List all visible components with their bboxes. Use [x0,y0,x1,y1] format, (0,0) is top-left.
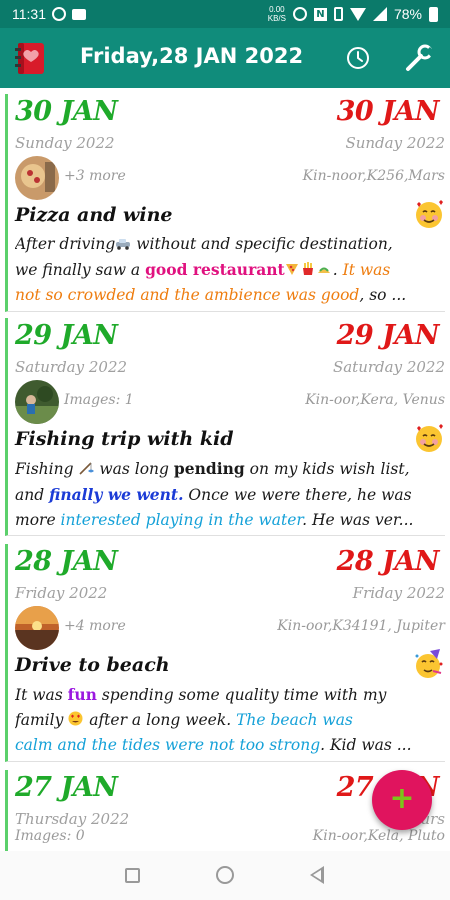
entry-title: Drive to beach [15,654,170,676]
network-speed-unit: KB/S [267,14,286,23]
battery-percent: 78% [393,6,422,22]
smiling-face-with-hearts-icon [416,424,443,452]
fries-icon [301,259,317,275]
signal-icon [372,7,387,21]
entry-text: After driving without and specific desti… [15,233,407,304]
media-count: Images: 0 [15,828,85,844]
entry-thumbnail[interactable] [15,606,59,650]
battery-icon [429,6,438,22]
entry-title: Fishing trip with kid [15,428,234,450]
entry-date: 29 JAN [15,320,118,351]
entry-date: 27 JAN [15,772,118,803]
clock-icon[interactable] [344,44,372,72]
entry-date-secondary: 28 JAN [336,546,440,577]
entry-day-year-secondary: Saturday 2022 [332,358,445,376]
diary-book-icon[interactable] [13,40,49,76]
entry-card[interactable]: 28 JAN 28 JAN Friday 2022 Friday 2022 +4… [5,544,445,762]
system-nav-bar [0,851,450,900]
status-bar: 11:31 0.00 KB/S N 78% [0,0,450,28]
heart-eyes-icon [68,709,84,726]
page-title: Friday,28 JAN 2022 [80,44,304,68]
recents-icon[interactable] [125,868,140,883]
entry-date-secondary: 30 JAN [336,96,440,127]
nfc-icon: N [313,7,327,21]
whatsapp-icon [52,7,66,21]
entry-card[interactable]: 30 JAN 30 JAN Sunday 2022 Sunday 2022 +3… [5,94,445,312]
vibrate-icon [333,7,343,21]
entry-date: 28 JAN [15,546,118,577]
entry-list[interactable]: 30 JAN 30 JAN Sunday 2022 Sunday 2022 +3… [0,88,450,851]
home-icon[interactable] [216,866,234,884]
taco-icon [317,259,333,273]
media-count: Images: 1 [64,392,134,408]
status-time: 11:31 [12,6,46,22]
entry-text: It was fun spending some quality time wi… [15,685,412,754]
entry-location: Kin-noor,K256,Mars [302,168,445,184]
entry-title: Pizza and wine [15,204,173,226]
fishing-pole-icon [78,458,95,475]
media-count: +3 more [64,168,126,184]
wrench-icon[interactable] [404,44,434,72]
entry-text: Fishing was long pending on my kids wish… [15,458,414,529]
entry-day-year-secondary: Friday 2022 [352,584,445,602]
entry-thumbnail[interactable] [15,156,59,200]
network-speed: 0.00 KB/S [268,5,286,23]
entry-location: Kin-oor,Kera, Venus [305,392,445,408]
car-icon [115,233,131,250]
entry-day-year-secondary: Sunday 2022 [345,134,445,152]
partying-face-icon [415,649,443,678]
smiling-face-with-hearts-icon [416,200,443,228]
entry-card[interactable]: 29 JAN 29 JAN Saturday 2022 Saturday 202… [5,318,445,536]
alarm-icon [292,7,307,21]
entry-day-year: Saturday 2022 [15,358,128,376]
entry-date-secondary: 29 JAN [336,320,440,351]
pizza-icon [285,259,301,275]
wifi-icon [349,7,366,21]
app-bar: Friday,28 JAN 2022 [0,28,450,88]
entry-day-year: Sunday 2022 [15,134,115,152]
entry-thumbnail[interactable] [15,380,59,424]
network-speed-value: 0.00 [269,5,285,14]
entry-day-year: Friday 2022 [15,584,108,602]
back-icon[interactable] [310,866,324,884]
media-count: +4 more [64,618,126,634]
mail-icon [72,8,86,20]
entry-day-year: Thursday 2022 [15,810,130,828]
entry-location: Kin-oor,K34191, Jupiter [277,618,445,634]
entry-location: Kin-oor,Kela, Pluto [312,828,445,844]
entry-date: 30 JAN [15,96,118,127]
add-entry-button[interactable]: + [372,770,432,830]
